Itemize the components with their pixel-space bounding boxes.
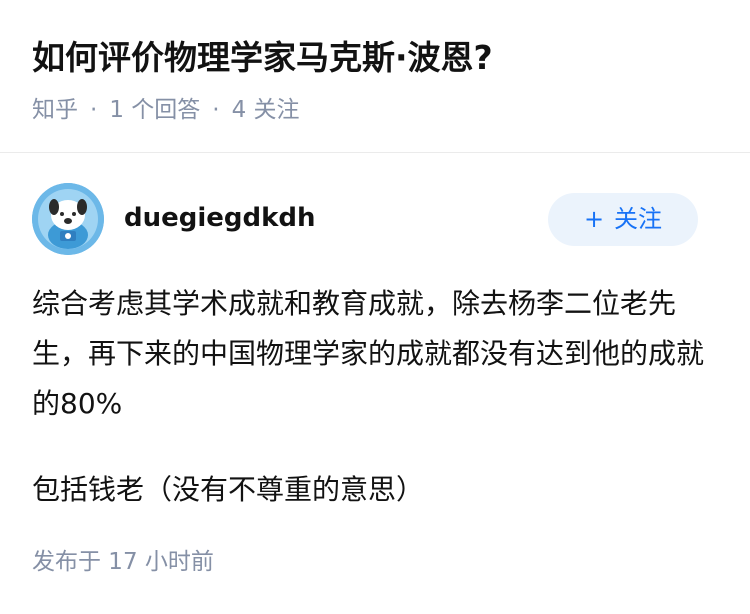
answer-card: duegiegdkdh + 关注 综合考虑其学术成就和教育成就，除去杨李二位老先生… — [0, 153, 750, 614]
separator-dot: · — [90, 97, 98, 123]
question-meta: 知乎 · 1 个回答 · 4 关注 — [32, 93, 300, 127]
publish-time: 发布于 17 小时前 — [32, 549, 214, 575]
answer-content[interactable]: 综合考虑其学术成就和教育成就，除去杨李二位老先生，再下来的中国物理学家的成就都没… — [32, 279, 712, 515]
plus-icon: + — [583, 205, 605, 233]
question-header: 如何评价物理学家马克斯·波恩? 知乎 · 1 个回答 · 4 关注 — [0, 0, 750, 152]
separator-dot: · — [212, 97, 220, 123]
source-label[interactable]: 知乎 — [32, 97, 78, 123]
cartoon-dog-astronaut-avatar-icon — [32, 183, 104, 255]
follow-button-label: 关注 — [614, 205, 663, 233]
answer-count[interactable]: 1 个回答 — [109, 97, 200, 123]
follower-count[interactable]: 4 关注 — [232, 97, 300, 123]
author-name[interactable]: duegiegdkdh — [124, 199, 316, 237]
answer-paragraph: 综合考虑其学术成就和教育成就，除去杨李二位老先生，再下来的中国物理学家的成就都没… — [32, 287, 705, 420]
avatar[interactable] — [32, 183, 104, 255]
answer-paragraph: 包括钱老（没有不尊重的意思） — [32, 473, 425, 506]
question-title[interactable]: 如何评价物理学家马克斯·波恩? — [32, 34, 493, 82]
follow-button[interactable]: + 关注 — [548, 193, 698, 246]
